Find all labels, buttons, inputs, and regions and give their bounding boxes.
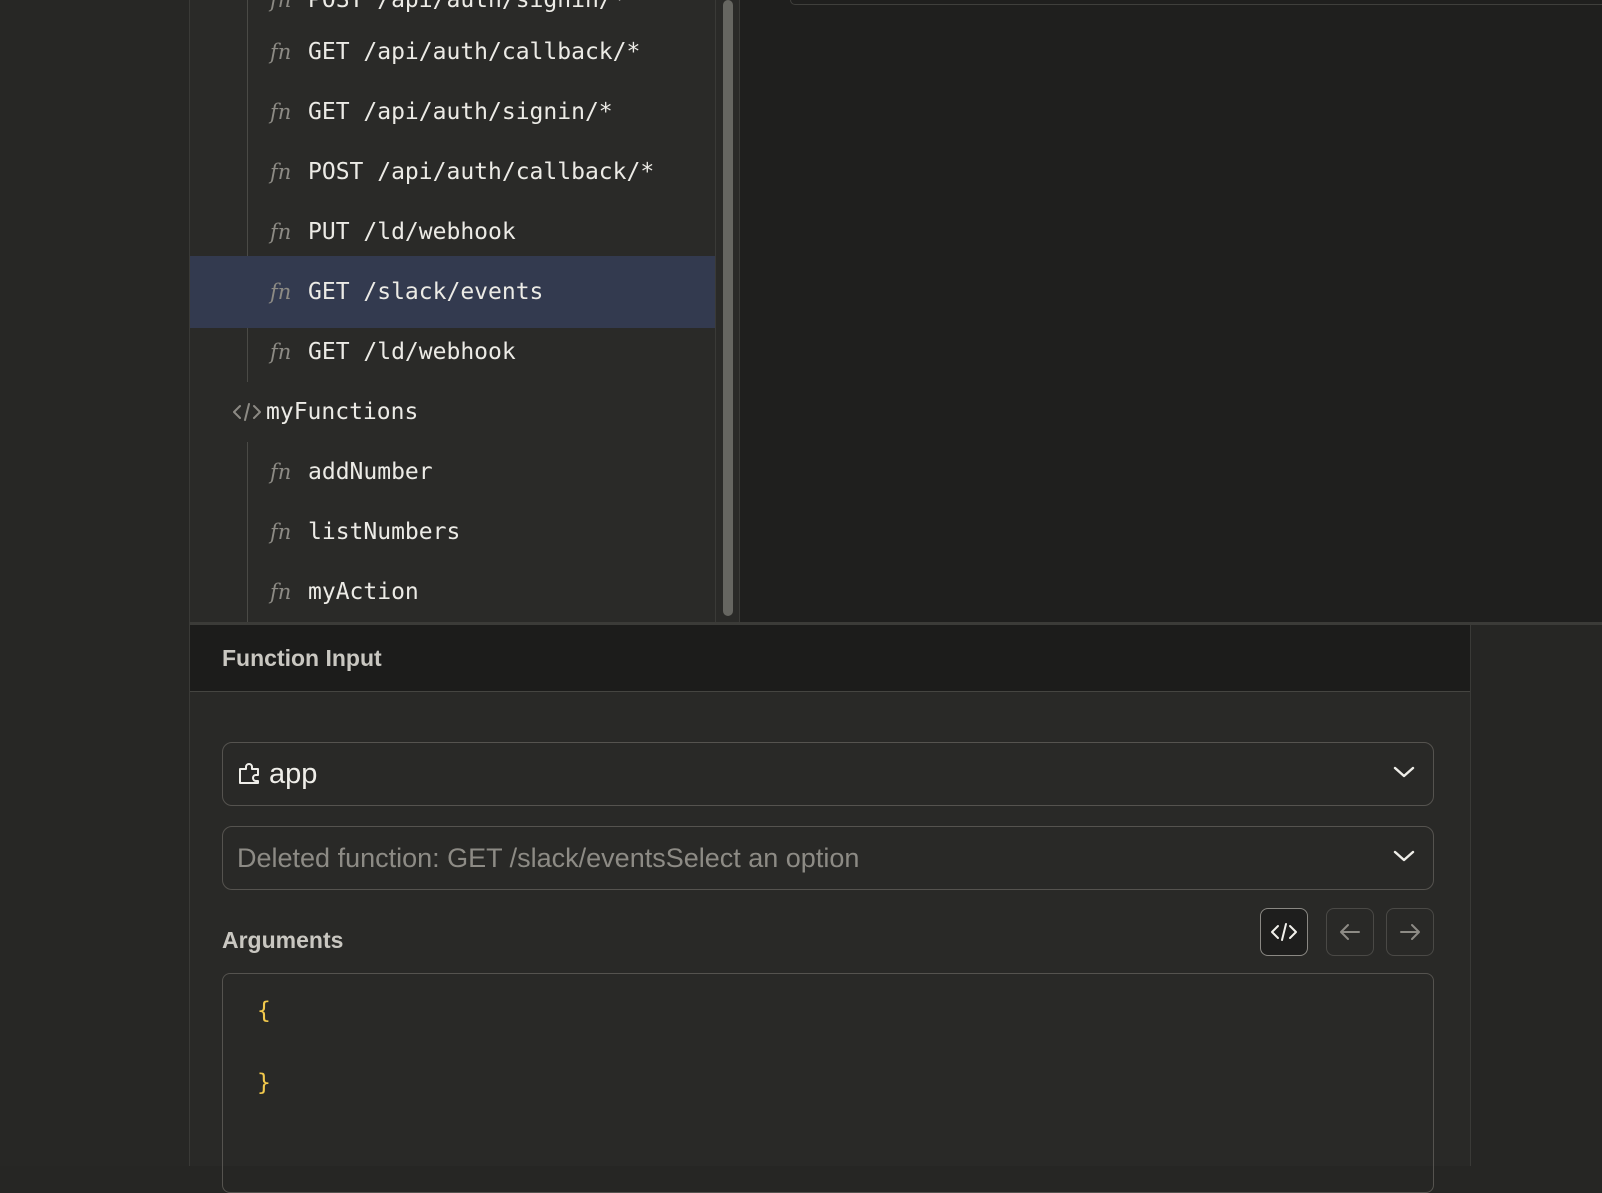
tree-item-label: POST /api/auth/signin/* bbox=[308, 0, 627, 13]
undo-button[interactable] bbox=[1326, 908, 1374, 956]
tree-item-listnumbers[interactable]: fn listNumbers bbox=[190, 502, 716, 562]
code-icon bbox=[1270, 921, 1298, 943]
tree-item-label: GET /api/auth/signin/* bbox=[308, 99, 613, 125]
open-brace: { bbox=[257, 998, 271, 1024]
left-gutter bbox=[0, 0, 189, 1166]
tree-folder-label: myFunctions bbox=[266, 399, 419, 425]
fn-icon: fn bbox=[270, 520, 292, 544]
fn-icon: fn bbox=[270, 220, 292, 244]
tree-item-addnumber[interactable]: fn addNumber bbox=[190, 442, 716, 502]
tree-item-label: GET /api/auth/callback/* bbox=[308, 39, 641, 65]
tree-item-label: PUT /ld/webhook bbox=[308, 219, 516, 245]
fn-icon: fn bbox=[270, 460, 292, 484]
component-select-value: app bbox=[269, 757, 318, 790]
function-tree: fn POST /api/auth/signin/* fn GET /api/a… bbox=[189, 0, 720, 622]
tree-scrollbar[interactable] bbox=[715, 0, 740, 622]
tree-folder-myfunctions[interactable]: myFunctions bbox=[190, 382, 716, 442]
tree-item-label: GET /slack/events bbox=[308, 279, 544, 305]
output-pane bbox=[739, 0, 1602, 622]
puzzle-icon bbox=[237, 762, 263, 786]
tree-item-myaction[interactable]: fn myAction bbox=[190, 562, 716, 622]
tree-item-put-ld-webhook[interactable]: fn PUT /ld/webhook bbox=[190, 202, 716, 262]
code-view-button[interactable] bbox=[1260, 908, 1308, 956]
fn-icon: fn bbox=[270, 340, 292, 364]
chevron-down-icon bbox=[1393, 849, 1415, 868]
output-box-edge bbox=[790, 0, 1602, 5]
tree-item-label: GET /ld/webhook bbox=[308, 339, 516, 365]
fn-icon: fn bbox=[270, 580, 292, 604]
arrow-left-icon bbox=[1338, 922, 1362, 942]
tree-item-label: myAction bbox=[308, 579, 419, 605]
function-select[interactable]: Deleted function: GET /slack/eventsSelec… bbox=[222, 826, 1434, 890]
chevron-down-icon bbox=[1393, 765, 1415, 784]
scrollbar-thumb[interactable] bbox=[723, 0, 733, 616]
fn-icon: fn bbox=[270, 0, 292, 12]
fn-icon: fn bbox=[270, 160, 292, 184]
tree-item-post-api-auth-callback[interactable]: fn POST /api/auth/callback/* bbox=[190, 142, 716, 202]
tree-item-get-api-auth-signin[interactable]: fn GET /api/auth/signin/* bbox=[190, 82, 716, 142]
tree-item-get-api-auth-callback[interactable]: fn GET /api/auth/callback/* bbox=[190, 22, 716, 82]
function-input-title: Function Input bbox=[190, 625, 1470, 692]
fn-icon: fn bbox=[270, 40, 292, 64]
arguments-label: Arguments bbox=[222, 927, 344, 953]
tree-item-get-ld-webhook[interactable]: fn GET /ld/webhook bbox=[190, 322, 716, 382]
fn-icon: fn bbox=[270, 100, 292, 124]
arguments-editor[interactable]: { } bbox=[222, 973, 1434, 1193]
redo-button[interactable] bbox=[1386, 908, 1434, 956]
code-icon bbox=[232, 401, 266, 423]
function-input-panel: Function Input app Deleted function: GET… bbox=[189, 625, 1471, 1193]
tree-item-label: POST /api/auth/callback/* bbox=[308, 159, 655, 185]
arrow-right-icon bbox=[1398, 922, 1422, 942]
component-select[interactable]: app bbox=[222, 742, 1434, 806]
tree-item-get-slack-events[interactable]: fn GET /slack/events bbox=[190, 256, 716, 328]
tree-item-label: addNumber bbox=[308, 459, 433, 485]
close-brace: } bbox=[257, 1070, 271, 1096]
function-select-placeholder: Deleted function: GET /slack/eventsSelec… bbox=[237, 842, 860, 873]
fn-icon: fn bbox=[270, 280, 292, 304]
tree-item-label: listNumbers bbox=[308, 519, 461, 545]
